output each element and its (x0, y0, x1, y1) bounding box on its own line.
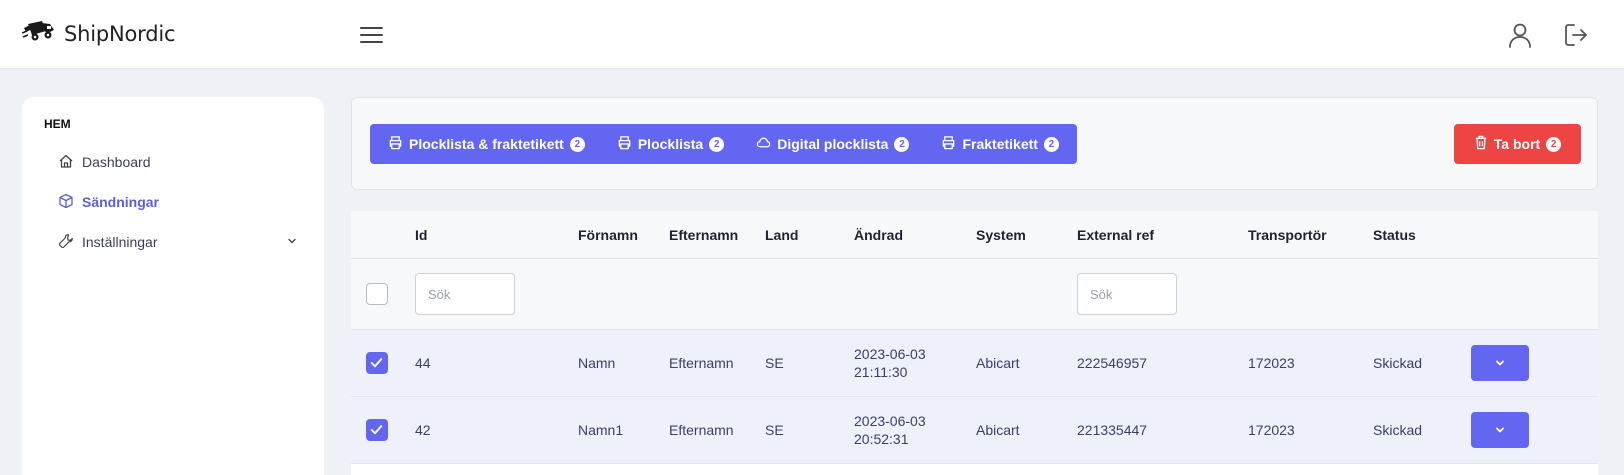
cell-changed-time: 21:11:30 (854, 364, 908, 380)
count-badge: 2 (1546, 136, 1562, 152)
cell-id: 42 (415, 422, 431, 438)
action-toolbar: Plocklista & fraktetikett 2 Plocklista 2… (351, 97, 1598, 190)
cell-first-name: Namn1 (578, 422, 624, 438)
count-badge: 2 (709, 136, 725, 152)
sidebar: HEM Dashboard Sändningar Inställningar (22, 97, 324, 475)
cell-changed-date: 2023-06-03 (854, 346, 926, 362)
cell-carrier: 172023 (1248, 355, 1295, 371)
external-ref-search-input[interactable] (1077, 273, 1177, 315)
id-search-input[interactable] (415, 273, 515, 315)
sidebar-item-label: Dashboard (82, 154, 151, 170)
digital-picklist-button[interactable]: Digital plocklista 2 (756, 135, 910, 153)
column-header-carrier[interactable]: Transportör (1248, 227, 1327, 243)
user-icon[interactable] (1505, 20, 1535, 50)
trash-icon (1474, 135, 1488, 153)
cell-last-name: Efternamn (669, 355, 734, 371)
count-badge: 2 (894, 136, 910, 152)
sidebar-item-label: Sändningar (82, 194, 160, 210)
column-header-status[interactable]: Status (1373, 227, 1416, 243)
select-all-checkbox[interactable] (366, 283, 388, 305)
printer-icon (388, 135, 403, 153)
button-label: Plocklista (637, 136, 704, 152)
sidebar-item-label: Inställningar (82, 234, 158, 250)
cell-first-name: Namn (578, 355, 616, 371)
cell-id: 44 (415, 355, 431, 371)
column-header-last-name[interactable]: Efternamn (669, 227, 738, 243)
chevron-down-icon (286, 234, 298, 250)
checkmark-icon (370, 358, 383, 368)
logout-icon[interactable] (1561, 20, 1591, 50)
shipping-label-button[interactable]: Fraktetikett 2 (941, 135, 1059, 153)
count-badge: 2 (1043, 136, 1059, 152)
row-actions-button[interactable] (1471, 345, 1529, 381)
cell-status: Skickad (1373, 422, 1423, 438)
shipments-table: Id Förnamn Efternamn Land Ändrad System … (351, 211, 1598, 475)
column-header-system[interactable]: System (976, 227, 1026, 243)
cell-last-name: Efternamn (669, 422, 734, 438)
printer-icon (617, 135, 632, 153)
filter-row (351, 259, 1598, 330)
column-header-first-name[interactable]: Förnamn (578, 227, 638, 243)
button-label: Plocklista & fraktetikett (409, 136, 564, 152)
cell-country: SE (765, 355, 784, 371)
cell-external-ref: 222546957 (1077, 355, 1148, 371)
cell-system: Abicart (976, 355, 1020, 371)
button-label: Ta bort (1493, 136, 1541, 152)
picklist-and-label-button[interactable]: Plocklista & fraktetikett 2 (388, 135, 585, 153)
checkmark-icon (370, 425, 383, 435)
table-row[interactable]: 44 Namn Efternamn SE 2023-06-03 21:11:30… (351, 330, 1598, 397)
cell-carrier: 172023 (1248, 422, 1295, 438)
cloud-icon (756, 135, 771, 153)
table-header: Id Förnamn Efternamn Land Ändrad System … (351, 211, 1598, 259)
button-label: Fraktetikett (962, 136, 1038, 152)
sidebar-item-installningar[interactable]: Inställningar (58, 230, 298, 254)
cell-changed: 2023-06-03 21:11:30 (854, 345, 926, 381)
picklist-button[interactable]: Plocklista 2 (617, 135, 725, 153)
chevron-down-icon (1496, 360, 1504, 366)
cell-system: Abicart (976, 422, 1020, 438)
column-header-external-ref[interactable]: External ref (1077, 227, 1154, 243)
box-icon (58, 193, 74, 212)
cell-changed-date: 2023-06-03 (854, 413, 926, 429)
sidebar-item-dashboard[interactable]: Dashboard (58, 150, 298, 174)
delivery-truck-icon (21, 19, 56, 48)
delete-button[interactable]: Ta bort 2 (1454, 124, 1581, 164)
brand-name: ShipNordic (64, 21, 176, 46)
cell-changed-time: 20:52:31 (854, 431, 909, 447)
cell-country: SE (765, 422, 784, 438)
sidebar-section-title: HEM (44, 117, 71, 131)
row-checkbox[interactable] (366, 419, 388, 441)
column-header-country[interactable]: Land (765, 227, 798, 243)
cell-external-ref: 221335447 (1077, 422, 1148, 438)
chevron-down-icon (1496, 427, 1504, 433)
table-row[interactable]: 42 Namn1 Efternamn SE 2023-06-03 20:52:3… (351, 397, 1598, 464)
row-checkbox[interactable] (366, 352, 388, 374)
brand[interactable]: ShipNordic (21, 19, 176, 48)
wrench-icon (58, 233, 74, 252)
cell-changed: 2023-06-03 20:52:31 (854, 412, 926, 448)
sidebar-item-sandningar[interactable]: Sändningar (58, 190, 298, 214)
count-badge: 2 (569, 136, 585, 152)
top-bar: ShipNordic (0, 0, 1624, 69)
row-actions-button[interactable] (1471, 412, 1529, 448)
home-icon (58, 153, 74, 172)
button-label: Digital plocklista (777, 136, 889, 152)
column-header-id[interactable]: Id (415, 227, 427, 243)
print-button-group: Plocklista & fraktetikett 2 Plocklista 2… (370, 124, 1077, 164)
printer-icon (941, 135, 956, 153)
hamburger-menu-icon[interactable] (358, 22, 386, 48)
cell-status: Skickad (1373, 355, 1423, 371)
column-header-changed[interactable]: Ändrad (854, 227, 903, 243)
